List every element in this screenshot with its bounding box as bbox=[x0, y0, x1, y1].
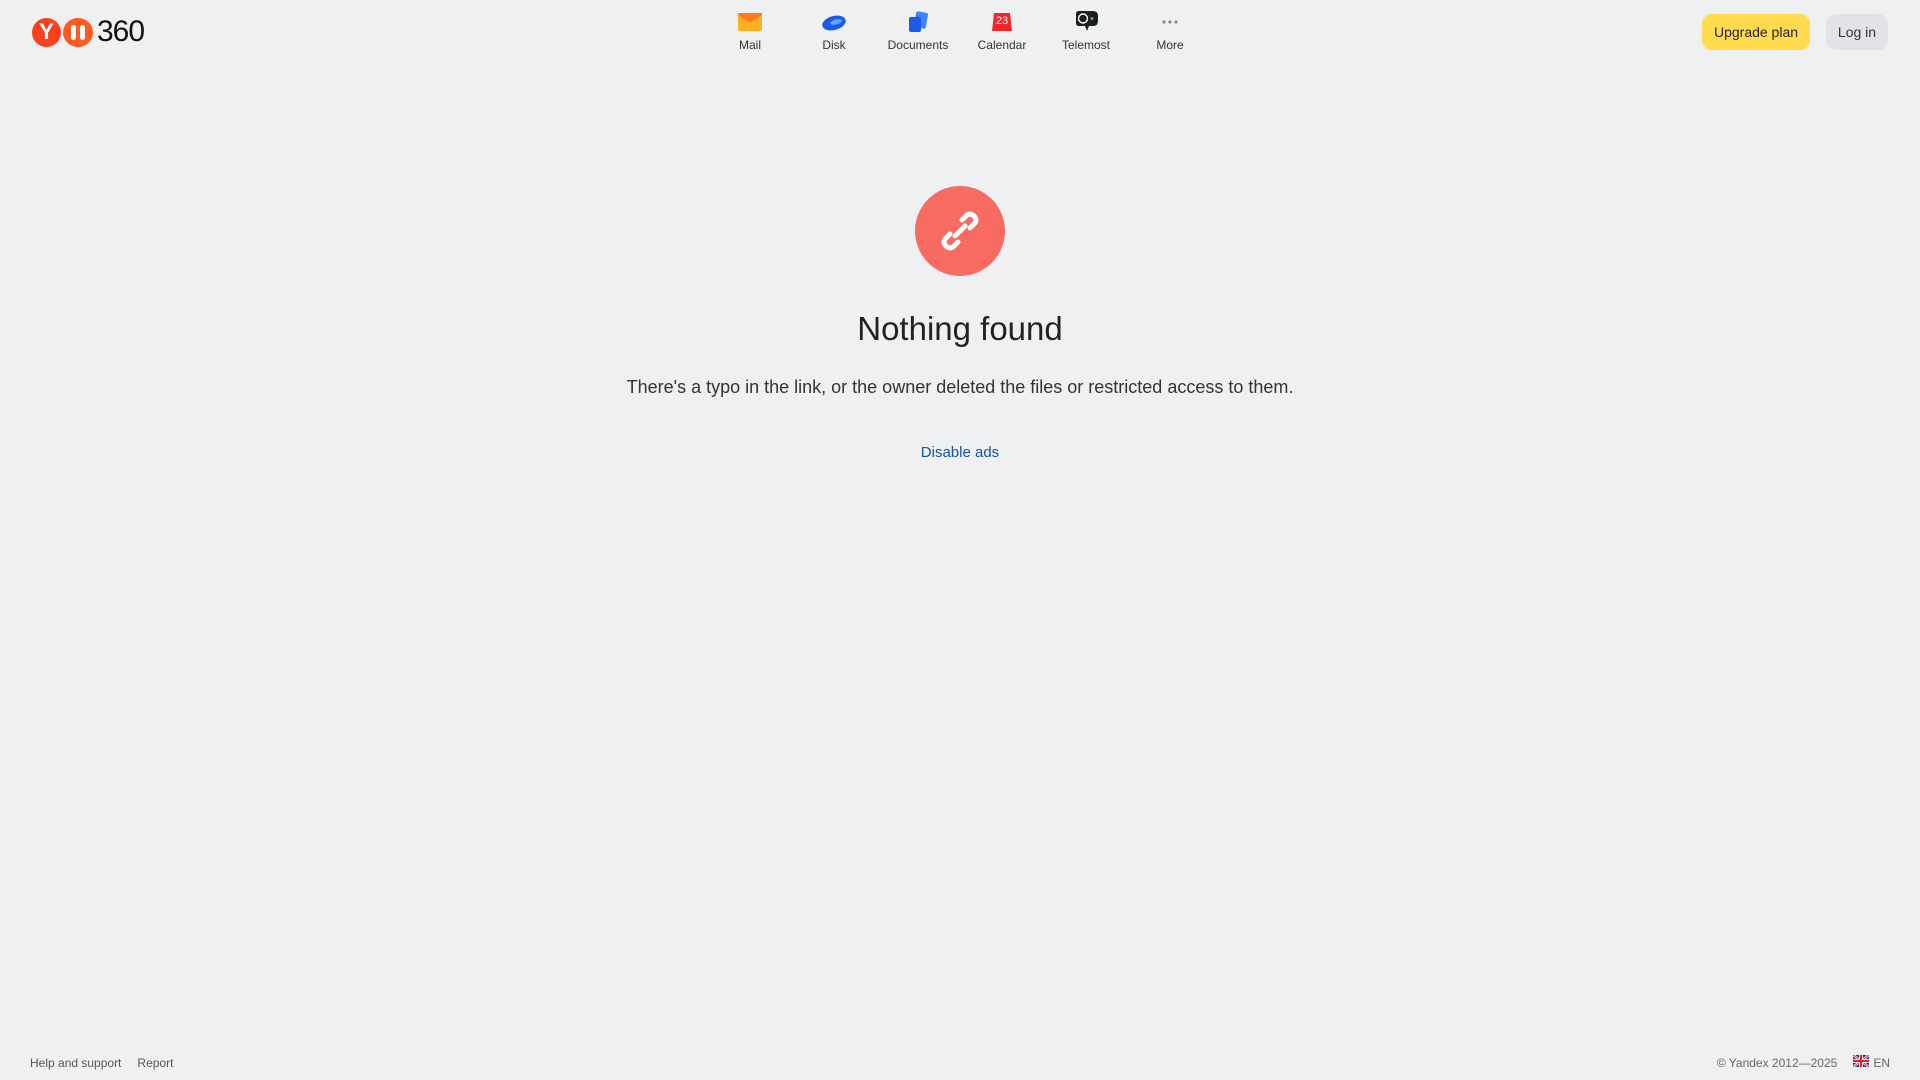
yandex-360-logo[interactable]: Y 360 bbox=[32, 15, 145, 48]
nav-label-calendar: Calendar bbox=[977, 38, 1027, 52]
language-selector[interactable]: EN bbox=[1852, 1054, 1890, 1070]
360-mark-icon bbox=[63, 17, 93, 47]
disk-icon bbox=[821, 10, 847, 34]
broken-link-icon bbox=[915, 186, 1005, 276]
nav-label-disk: Disk bbox=[822, 38, 846, 52]
footer-links: Help and support Report bbox=[30, 1056, 173, 1070]
documents-icon bbox=[905, 10, 931, 34]
nav-label-more: More bbox=[1156, 38, 1184, 52]
mail-icon bbox=[737, 10, 763, 34]
help-and-support-link[interactable]: Help and support bbox=[30, 1056, 121, 1070]
header: Y 360 Mail Disk Documents 23 Calendar Te… bbox=[0, 0, 1920, 64]
logo-text: 360 bbox=[97, 15, 145, 48]
nav-label-documents: Documents bbox=[887, 38, 949, 52]
calendar-icon: 23 bbox=[989, 10, 1015, 34]
calendar-date-badge: 23 bbox=[995, 15, 1009, 27]
disable-ads-link[interactable]: Disable ads bbox=[921, 444, 999, 461]
nav-item-mail[interactable]: Mail bbox=[708, 10, 792, 52]
more-icon bbox=[1157, 10, 1183, 34]
footer-right: © Yandex 2012—2025 EN bbox=[1716, 1054, 1890, 1070]
page-title: Nothing found bbox=[857, 310, 1063, 347]
page: Y 360 Mail Disk Documents 23 Calendar Te… bbox=[0, 0, 1920, 1080]
yandex-y-icon: Y bbox=[32, 17, 61, 47]
nav-item-disk[interactable]: Disk bbox=[792, 10, 876, 52]
services-nav: Mail Disk Documents 23 Calendar Telemost… bbox=[708, 10, 1212, 52]
upgrade-plan-button[interactable]: Upgrade plan bbox=[1702, 14, 1810, 50]
nav-label-telemost: Telemost bbox=[1061, 38, 1111, 52]
disable-ads-container: Disable ads bbox=[0, 444, 1920, 461]
nav-item-calendar[interactable]: 23 Calendar bbox=[960, 10, 1044, 52]
log-in-button[interactable]: Log in bbox=[1826, 14, 1888, 50]
language-label: EN bbox=[1873, 1055, 1890, 1070]
report-link[interactable]: Report bbox=[137, 1056, 173, 1070]
error-description: There's a typo in the link, or the owner… bbox=[626, 377, 1294, 397]
telemost-icon bbox=[1073, 10, 1099, 34]
uk-flag-icon bbox=[1852, 1054, 1871, 1070]
nav-label-mail: Mail bbox=[738, 38, 761, 52]
nav-item-more[interactable]: More bbox=[1128, 10, 1212, 52]
nav-item-telemost[interactable]: Telemost bbox=[1044, 10, 1128, 52]
copyright-text: © Yandex 2012—2025 bbox=[1716, 1055, 1838, 1070]
nav-item-documents[interactable]: Documents bbox=[876, 10, 960, 52]
